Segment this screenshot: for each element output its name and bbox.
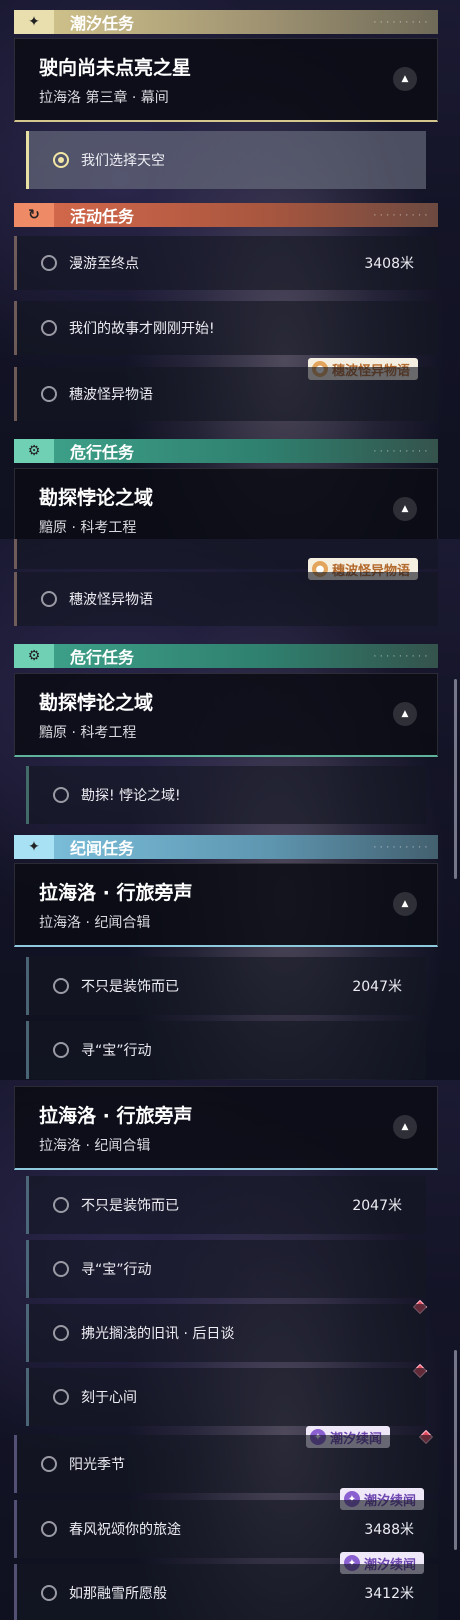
quest-title: 勘探悖论之域: [39, 692, 154, 714]
quest-title: 驶向尚未点亮之星: [39, 57, 192, 79]
radio-icon: [41, 1521, 57, 1537]
task-item[interactable]: 如那融雪所愿般 3412米: [14, 1564, 438, 1620]
task-name: 不只是装饰而已: [81, 1198, 179, 1214]
sparkle-icon: ✦: [14, 10, 54, 34]
gear-icon: ⚙: [14, 439, 54, 463]
scrollbar[interactable]: [454, 1350, 457, 1550]
task-item[interactable]: 不只是装饰而已 2047米: [26, 1176, 426, 1234]
quest-panel-1: ✦ 潮汐任务 · · · · · · · · · 驶向尚未点亮之星 拉海洛 第三…: [0, 0, 460, 539]
task-item[interactable]: 寻“宝”行动: [26, 1021, 426, 1079]
radio-icon: [53, 1325, 69, 1341]
danger-quest-label: 危行任务: [70, 443, 135, 462]
event-quest-header[interactable]: ↻ 活动任务 · · · · · · · · ·: [14, 203, 438, 227]
quest-panel-2: ● 穗波怪异物语 穗波怪异物语 ⚙ 危行任务 · · · · · · · · ·…: [0, 539, 460, 1080]
radio-icon: [41, 1456, 57, 1472]
task-item[interactable]: 漫游至终点 3408米: [14, 236, 438, 290]
task-name: 不只是装饰而已: [81, 979, 179, 995]
header-deco: · · · · · · · · ·: [373, 211, 428, 219]
collapse-icon[interactable]: ▲: [393, 892, 417, 916]
quest-subtitle: 黯原 · 科考工程: [39, 725, 137, 741]
task-item[interactable]: 寻“宝”行动: [26, 1240, 426, 1298]
quest-title: 勘探悖论之域: [39, 487, 154, 509]
task-name: 阳光季节: [69, 1457, 125, 1473]
task-name: 寻“宝”行动: [81, 1262, 152, 1278]
radio-icon: [41, 386, 57, 402]
radio-icon: [53, 1261, 69, 1277]
header-deco: · · · · · · · · ·: [373, 18, 428, 26]
danger-quest-header[interactable]: ⚙ 危行任务 · · · · · · · · ·: [14, 644, 438, 668]
danger-quest-label: 危行任务: [70, 648, 135, 667]
tidal-quest-label: 潮汐任务: [70, 14, 135, 33]
task-distance: 3488米: [364, 1522, 414, 1538]
scrollbar[interactable]: [454, 679, 457, 879]
header-deco: · · · · · · · · ·: [373, 447, 428, 455]
task-item[interactable]: 拂光搁浅的旧讯 · 后日谈: [26, 1304, 426, 1362]
radio-icon: [41, 1585, 57, 1601]
task-item[interactable]: 我们的故事才刚刚开始!: [14, 301, 438, 355]
task-name: 漫游至终点: [69, 256, 139, 272]
gear-icon: ⚙: [14, 644, 54, 668]
collapse-icon[interactable]: ▲: [393, 497, 417, 521]
task-item[interactable]: 阳光季节: [14, 1435, 438, 1493]
collapse-icon[interactable]: ▲: [393, 1115, 417, 1139]
task-name: 我们的故事才刚刚开始!: [69, 321, 215, 337]
task-name: 勘探! 悖论之域!: [81, 788, 181, 804]
task-item[interactable]: 不只是装饰而已 2047米: [26, 957, 426, 1015]
radio-icon: [53, 787, 69, 803]
task-name: 我们选择天空: [81, 153, 165, 169]
radio-icon: [53, 1197, 69, 1213]
event-quest-label: 活动任务: [70, 207, 135, 226]
radio-icon: [41, 591, 57, 607]
radio-icon: [53, 1389, 69, 1405]
danger-quest-header[interactable]: ⚙ 危行任务 · · · · · · · · ·: [14, 439, 438, 463]
task-name: 春风祝颂你的旅途: [69, 1522, 181, 1538]
quest-subtitle: 拉海洛 · 纪闻合辑: [39, 915, 151, 931]
radio-selected-icon: [53, 152, 69, 168]
radio-icon: [41, 255, 57, 271]
collapse-icon[interactable]: ▲: [393, 702, 417, 726]
radio-icon: [53, 1042, 69, 1058]
task-name: 穗波怪异物语: [69, 387, 153, 403]
quest-subtitle: 拉海洛 · 纪闻合辑: [39, 1138, 151, 1154]
task-item[interactable]: 穗波怪异物语: [14, 367, 438, 421]
quest-subtitle: 拉海洛 第三章 · 幕间: [39, 90, 169, 106]
task-name: 刻于心间: [81, 1390, 137, 1406]
danger-quest-card[interactable]: 勘探悖论之域 黯原 · 科考工程 ▲: [14, 468, 438, 539]
task-distance: 2047米: [352, 1198, 402, 1214]
quest-title: 拉海洛 · 行旅旁声: [39, 882, 193, 904]
radio-icon: [41, 320, 57, 336]
task-name: 穗波怪异物语: [69, 592, 153, 608]
task-item[interactable]: 春风祝颂你的旅途 3488米: [14, 1500, 438, 1558]
task-name: 拂光搁浅的旧讯 · 后日谈: [81, 1326, 235, 1342]
task-distance: 3412米: [364, 1586, 414, 1602]
chronicle-quest-header[interactable]: ✦ 纪闻任务 · · · · · · · · ·: [14, 835, 438, 859]
header-deco: · · · · · · · · ·: [373, 843, 428, 851]
quest-panel-3: 拉海洛 · 行旅旁声 拉海洛 · 纪闻合辑 ▲ 不只是装饰而已 2047米 寻“…: [0, 1080, 460, 1620]
task-name: 如那融雪所愿般: [69, 1586, 167, 1602]
task-item[interactable]: 穗波怪异物语: [14, 572, 438, 626]
danger-quest-card[interactable]: 勘探悖论之域 黯原 · 科考工程 ▲: [14, 673, 438, 757]
task-name: 寻“宝”行动: [81, 1043, 152, 1059]
header-deco: · · · · · · · · ·: [373, 652, 428, 660]
refresh-icon: ↻: [14, 203, 54, 227]
chronicle-quest-card[interactable]: 拉海洛 · 行旅旁声 拉海洛 · 纪闻合辑 ▲: [14, 863, 438, 947]
chronicle-quest-label: 纪闻任务: [70, 839, 135, 858]
collapse-icon[interactable]: ▲: [393, 67, 417, 91]
chronicle-quest-card[interactable]: 拉海洛 · 行旅旁声 拉海洛 · 纪闻合辑 ▲: [14, 1086, 438, 1170]
sparkle-icon: ✦: [14, 835, 54, 859]
task-distance: 3408米: [364, 256, 414, 272]
task-distance: 2047米: [352, 979, 402, 995]
task-item[interactable]: 勘探! 悖论之域!: [26, 766, 426, 824]
radio-icon: [53, 978, 69, 994]
task-item-selected[interactable]: 我们选择天空: [26, 131, 426, 189]
tidal-quest-card[interactable]: 驶向尚未点亮之星 拉海洛 第三章 · 幕间 ▲: [14, 38, 438, 122]
quest-subtitle: 黯原 · 科考工程: [39, 520, 137, 536]
task-item[interactable]: 刻于心间: [26, 1368, 426, 1426]
quest-title: 拉海洛 · 行旅旁声: [39, 1105, 193, 1127]
tidal-quest-header[interactable]: ✦ 潮汐任务 · · · · · · · · ·: [14, 10, 438, 34]
